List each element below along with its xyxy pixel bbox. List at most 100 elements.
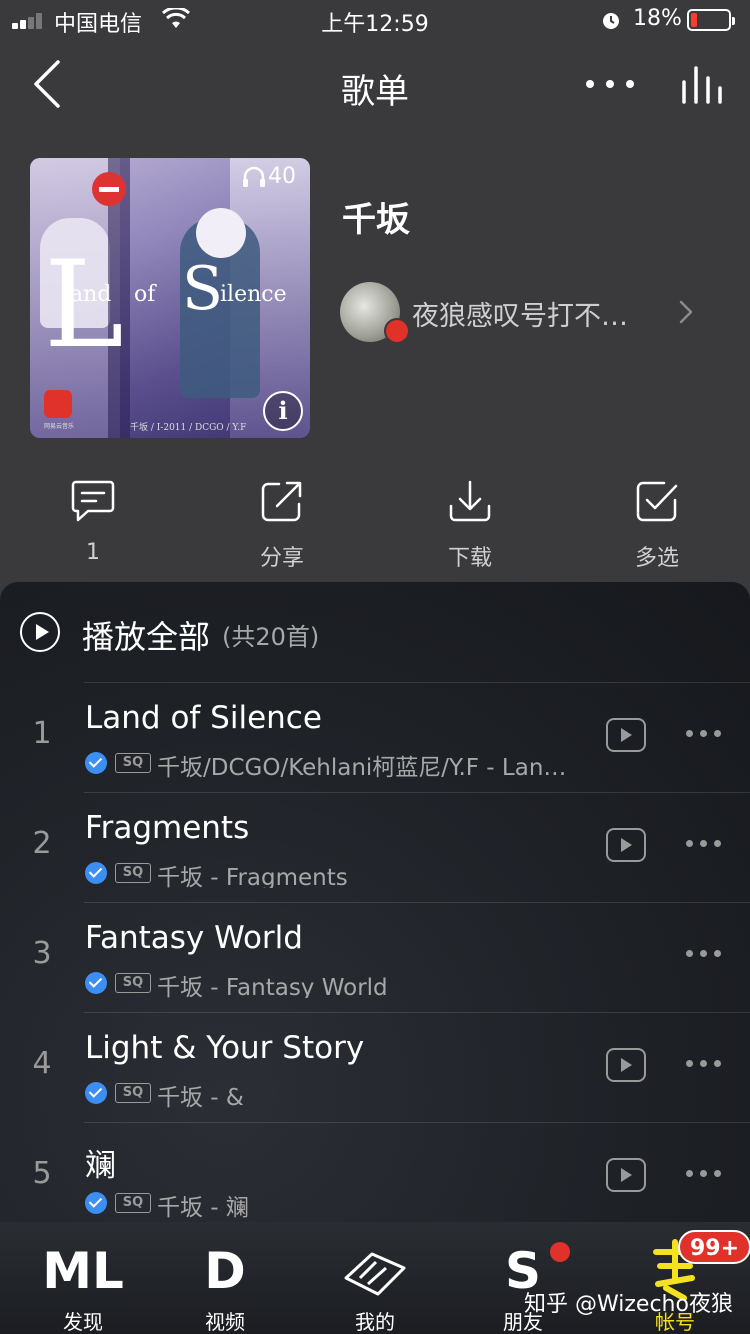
cover-letter-s: S — [182, 254, 224, 324]
account-badge: 99+ — [678, 1230, 750, 1264]
song-row[interactable]: 4 Light & Your Story SQ 千坂 - & — [0, 1012, 750, 1122]
friends-notification-dot — [550, 1242, 570, 1262]
song-row[interactable]: 1 Land of Silence SQ 千坂/DCGO/Kehlani柯蓝尼/Y.F… — [0, 682, 750, 792]
song-more-button[interactable] — [684, 728, 724, 740]
song-index: 4 — [32, 1046, 52, 1081]
comment-count: 1 — [86, 540, 100, 565]
sq-quality-badge: SQ — [115, 1193, 151, 1213]
song-index: 3 — [32, 936, 52, 971]
play-all-label: 播放全部 — [82, 618, 211, 656]
song-title: Fantasy World — [85, 920, 303, 956]
chevron-right-icon[interactable] — [676, 298, 696, 326]
status-bar: 中国电信 上午12:59 18% — [0, 0, 750, 42]
download-icon — [449, 480, 491, 522]
song-subtitle: SQ 千坂 - 斓 — [85, 1190, 585, 1218]
tab-my-music[interactable]: 我的 — [320, 1222, 430, 1334]
song-index: 2 — [32, 826, 52, 861]
song-subtitle: SQ 千坂 - Fragments — [85, 860, 585, 888]
headphones-icon — [243, 166, 265, 187]
mv-play-icon[interactable] — [606, 1048, 646, 1082]
song-more-button[interactable] — [684, 1168, 724, 1180]
action-bar: 1 分享 下载 多选 — [0, 478, 750, 574]
song-index: 1 — [32, 716, 52, 751]
row-divider — [84, 682, 750, 683]
nav-bar: 歌单 — [0, 42, 750, 130]
song-artist-album: 千坂 - Fantasy World — [157, 975, 388, 998]
song-index: 5 — [32, 1156, 52, 1191]
verified-check-icon — [85, 972, 107, 994]
verified-check-icon — [85, 1082, 107, 1104]
song-artist-album: 千坂 - Fragments — [157, 865, 348, 888]
row-divider — [84, 1012, 750, 1013]
song-subtitle: SQ 千坂 - & — [85, 1080, 585, 1108]
song-artist-album: 千坂 - 斓 — [157, 1195, 249, 1218]
share-button[interactable]: 分享 — [222, 478, 342, 572]
verified-check-icon — [85, 1192, 107, 1214]
row-divider — [84, 902, 750, 903]
share-label: 分享 — [259, 546, 304, 571]
row-divider — [84, 792, 750, 793]
mv-play-icon[interactable] — [606, 718, 646, 752]
alarm-icon — [603, 13, 619, 29]
song-more-button[interactable] — [684, 838, 724, 850]
more-options-button[interactable] — [582, 70, 638, 98]
battery-icon — [687, 9, 735, 31]
cover-caption: 千坂 / I-2011 / DCGO / Y.F — [130, 423, 247, 433]
song-list-panel: 播放全部 (共20首) 1 Land of Silence SQ 千坂/DCGO/Ke… — [0, 582, 750, 1222]
battery-percent: 18% — [633, 6, 682, 31]
video-icon: D — [204, 1242, 246, 1300]
song-artist-album: 千坂/DCGO/Kehlani柯蓝尼/Y.F - Lan… — [157, 755, 567, 778]
no-entry-sign — [92, 172, 126, 206]
netease-logo-icon — [44, 390, 72, 418]
equalizer-icon[interactable] — [678, 60, 726, 108]
multi-select-button[interactable]: 多选 — [597, 478, 717, 572]
comment-icon — [71, 480, 115, 522]
multi-select-label: 多选 — [634, 546, 679, 571]
song-title: Land of Silence — [85, 700, 322, 736]
song-row[interactable]: 3 Fantasy World SQ 千坂 - Fantasy World — [0, 902, 750, 1012]
download-button[interactable]: 下载 — [410, 478, 530, 572]
download-label: 下载 — [447, 546, 492, 571]
song-subtitle: SQ 千坂/DCGO/Kehlani柯蓝尼/Y.F - Lan… — [85, 750, 585, 778]
tab-discover-label: 发现 — [63, 1310, 103, 1334]
mv-play-icon[interactable] — [606, 828, 646, 862]
sq-quality-badge: SQ — [115, 863, 151, 883]
song-more-button[interactable] — [684, 1058, 724, 1070]
song-count: (共20首) — [222, 623, 320, 651]
info-icon[interactable]: i — [263, 391, 303, 431]
cover-word-of: of — [134, 282, 156, 307]
play-count: 40 — [268, 164, 296, 189]
cover-logo-text: 网易云音乐 — [44, 423, 75, 430]
song-title: Light & Your Story — [85, 1030, 365, 1066]
song-title: 斓 — [85, 1148, 116, 1184]
tab-my-music-label: 我的 — [355, 1310, 395, 1334]
verified-check-icon — [85, 862, 107, 884]
my-music-icon — [344, 1252, 406, 1296]
row-divider — [84, 1122, 750, 1123]
creator-name[interactable]: 夜狼感叹号打不… — [412, 294, 652, 333]
multi-select-icon — [636, 481, 678, 522]
cover-word-ilence: ilence — [220, 282, 287, 307]
tab-video-label: 视频 — [205, 1310, 245, 1334]
music-note-badge-icon — [384, 318, 410, 344]
cover-word-and: and — [70, 282, 112, 307]
play-circle-icon — [20, 612, 60, 652]
tab-video[interactable]: D 视频 — [170, 1222, 280, 1334]
sq-quality-badge: SQ — [115, 973, 151, 993]
mv-play-icon[interactable] — [606, 1158, 646, 1192]
song-row[interactable]: 2 Fragments SQ 千坂 - Fragments — [0, 792, 750, 902]
song-more-button[interactable] — [684, 948, 724, 960]
tab-discover[interactable]: ML 发现 — [28, 1222, 138, 1334]
sq-quality-badge: SQ — [115, 753, 151, 773]
comment-button[interactable]: 1 — [33, 478, 153, 565]
watermark: 知乎 @Wizecho夜狼 — [524, 1292, 733, 1317]
share-icon — [261, 481, 302, 522]
playlist-title: 千坂 — [342, 200, 410, 240]
sq-quality-badge: SQ — [115, 1083, 151, 1103]
song-artist-album: 千坂 - & — [157, 1085, 244, 1108]
song-subtitle: SQ 千坂 - Fantasy World — [85, 970, 585, 998]
discover-icon: ML — [42, 1242, 124, 1300]
song-title: Fragments — [85, 810, 250, 846]
song-row[interactable]: 5 斓 SQ 千坂 - 斓 — [0, 1122, 750, 1222]
verified-check-icon — [85, 752, 107, 774]
